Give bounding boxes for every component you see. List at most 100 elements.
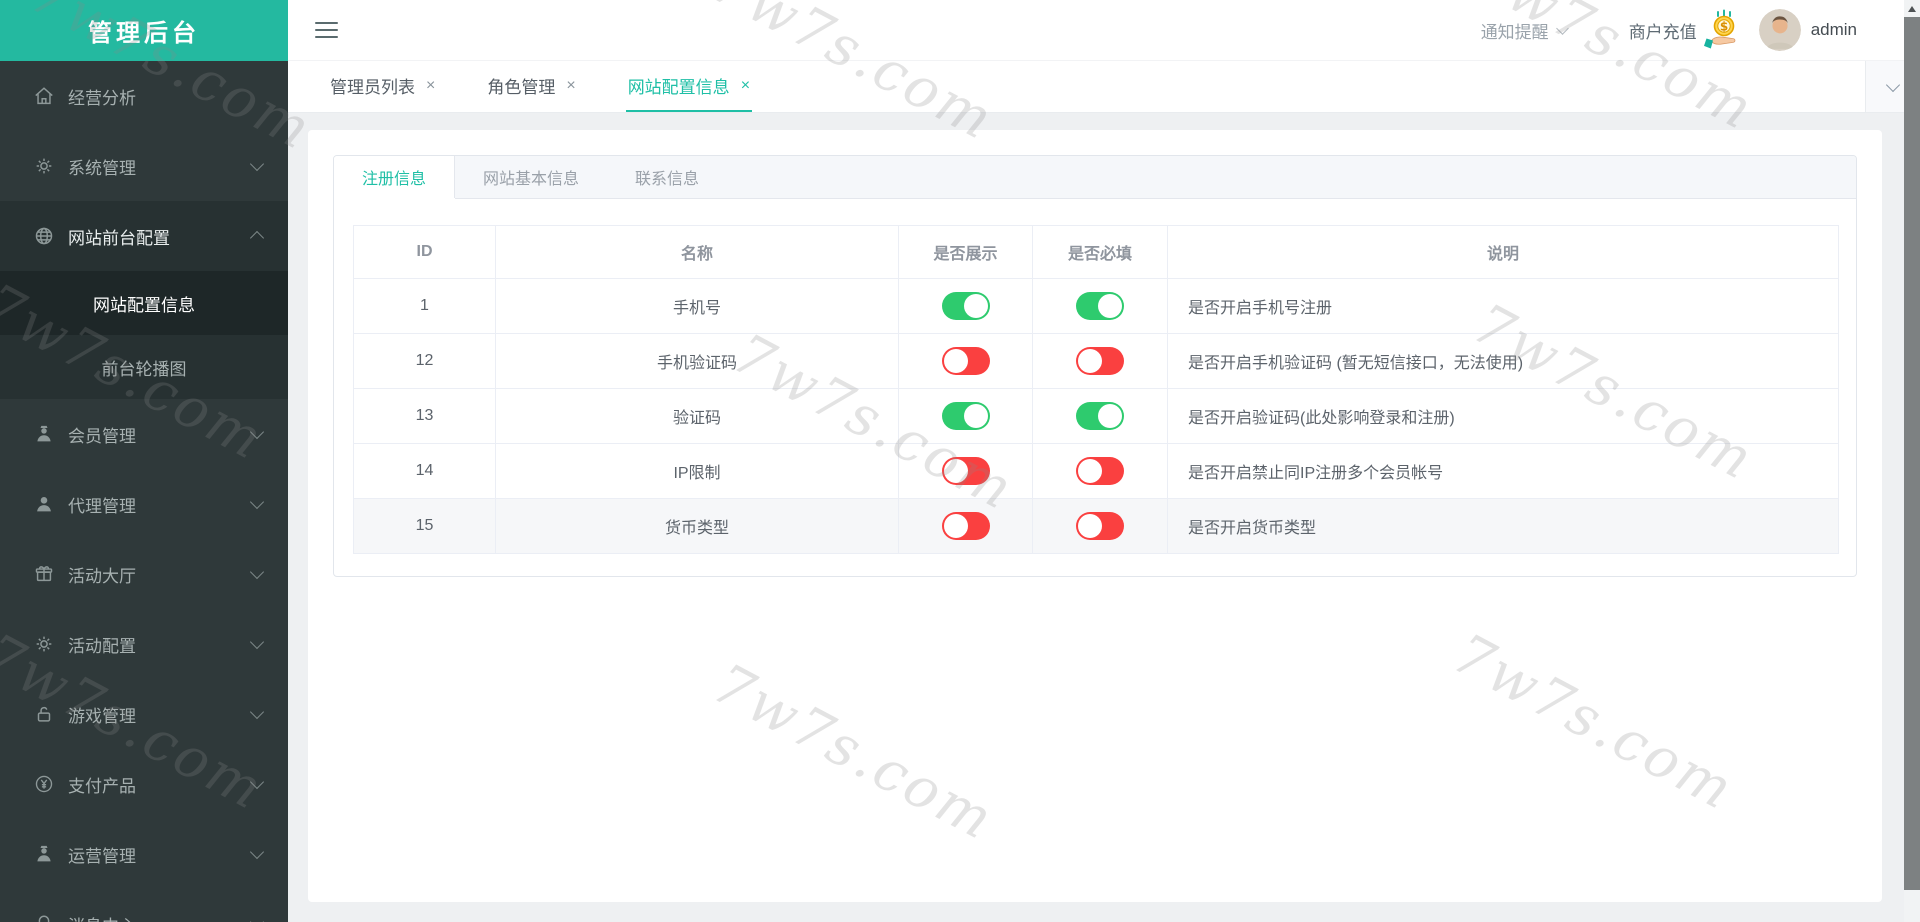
close-icon[interactable] xyxy=(426,78,435,94)
merchant-recharge-label: 商户充值 xyxy=(1628,22,1697,42)
cell-show-toggle xyxy=(898,498,1033,554)
gear-icon xyxy=(33,155,55,177)
sidebar-item-activity-config[interactable]: 活动配置 xyxy=(0,609,288,679)
tab-label: 网站基本信息 xyxy=(483,171,580,188)
coin-hand-icon: $ xyxy=(1703,9,1744,51)
chevron-down-icon xyxy=(249,494,265,510)
chevron-down-icon xyxy=(249,156,265,172)
sidebar-subitem-label: 网站配置信息 xyxy=(93,295,195,315)
chevron-down-icon xyxy=(1555,21,1569,35)
cell-required-toggle xyxy=(1032,443,1168,499)
cell-id: 15 xyxy=(353,498,496,554)
sidebar-subitem-site-config-info[interactable]: 网站配置信息 xyxy=(0,271,288,335)
required-toggle[interactable] xyxy=(1076,402,1124,430)
username-label[interactable]: admin xyxy=(1811,20,1857,40)
tab-role-management[interactable]: 角色管理 xyxy=(485,61,577,112)
tab-register-info[interactable]: 注册信息 xyxy=(334,156,456,198)
cell-name: 手机验证码 xyxy=(495,333,899,389)
close-icon[interactable] xyxy=(566,78,575,94)
cell-show-toggle xyxy=(898,278,1033,334)
cell-description: 是否开启验证码(此处影响登录和注册) xyxy=(1167,388,1839,444)
sidebar-item-label: 支付产品 xyxy=(68,776,136,796)
sidebar-item-system-management[interactable]: 系统管理 xyxy=(0,131,288,201)
sidebar-item-label: 活动配置 xyxy=(68,636,136,656)
required-toggle[interactable] xyxy=(1076,347,1124,375)
table-header-row: ID 名称 是否展示 是否必填 说明 xyxy=(353,225,1839,279)
required-toggle[interactable] xyxy=(1076,512,1124,540)
cell-id: 12 xyxy=(353,333,496,389)
show-toggle[interactable] xyxy=(941,457,990,485)
table-row: 1 手机号 是否开启手机号注册 xyxy=(353,278,1839,334)
sidebar-item-agent-management[interactable]: 代理管理 xyxy=(0,469,288,539)
gear-icon xyxy=(33,633,55,655)
scrollbar-thumb[interactable] xyxy=(1904,17,1920,890)
show-toggle[interactable] xyxy=(941,512,990,540)
column-header-show: 是否展示 xyxy=(898,225,1033,279)
sidebar-item-operations-management[interactable]: 运营管理 xyxy=(0,819,288,889)
close-icon[interactable] xyxy=(741,78,750,94)
cell-show-toggle xyxy=(898,388,1033,444)
tab-admin-list[interactable]: 管理员列表 xyxy=(328,61,437,112)
sidebar-item-message-center[interactable]: 消息中心 xyxy=(0,889,288,922)
sidebar-item-game-management[interactable]: 游戏管理 xyxy=(0,679,288,749)
sidebar-item-site-frontend-config[interactable]: 网站前台配置 xyxy=(0,201,288,271)
table-row: 13 验证码 是否开启验证码(此处影响登录和注册) xyxy=(353,388,1839,444)
column-header-description: 说明 xyxy=(1167,225,1839,279)
cell-id: 14 xyxy=(353,443,496,499)
sidebar-item-label: 网站前台配置 xyxy=(68,228,170,248)
header-right-group: 通知提醒 商户充值 $ admin xyxy=(1481,9,1857,51)
chevron-down-icon xyxy=(249,774,265,790)
hamburger-menu-icon[interactable] xyxy=(315,22,338,38)
sidebar-item-payment-products[interactable]: 支付产品 xyxy=(0,749,288,819)
sidebar-item-activity-hall[interactable]: 活动大厅 xyxy=(0,539,288,609)
sidebar-item-label: 会员管理 xyxy=(68,426,136,446)
notifications-dropdown[interactable]: 通知提醒 xyxy=(1481,18,1569,43)
yen-circle-icon xyxy=(33,773,55,795)
sidebar-item-label: 系统管理 xyxy=(68,158,136,178)
user-icon xyxy=(33,493,55,515)
tab-site-basic-info[interactable]: 网站基本信息 xyxy=(455,156,607,198)
cell-name: IP限制 xyxy=(495,443,899,499)
scroll-up-button[interactable] xyxy=(1904,0,1920,17)
sidebar-item-label: 代理管理 xyxy=(68,496,136,516)
sidebar-submenu: 网站配置信息 前台轮播图 xyxy=(0,271,288,399)
tab-site-config-info[interactable]: 网站配置信息 xyxy=(625,61,753,112)
main-content-card: 注册信息 网站基本信息 联系信息 ID 名称 是否展示 是否必填 说明 1 手机… xyxy=(308,130,1882,902)
sidebar-item-label: 经营分析 xyxy=(68,88,136,108)
top-header-bar: 通知提醒 商户充值 $ admin xyxy=(288,0,1920,61)
member-icon xyxy=(33,423,55,445)
arrow-up-icon xyxy=(1908,5,1916,12)
config-table: ID 名称 是否展示 是否必填 说明 1 手机号 是否开启手机号注册 12 手机… xyxy=(353,225,1839,554)
bell-icon xyxy=(33,913,55,922)
chevron-down-icon xyxy=(249,634,265,650)
tab-label: 注册信息 xyxy=(362,171,427,188)
required-toggle[interactable] xyxy=(1076,292,1124,320)
table-row: 14 IP限制 是否开启禁止同IP注册多个会员帐号 xyxy=(353,443,1839,499)
cell-show-toggle xyxy=(898,333,1033,389)
vertical-scrollbar[interactable] xyxy=(1904,0,1920,922)
sidebar-item-label: 活动大厅 xyxy=(68,566,136,586)
merchant-recharge-button[interactable]: 商户充值 $ xyxy=(1629,9,1744,51)
operator-icon xyxy=(33,843,55,865)
sidebar-item-business-analysis[interactable]: 经营分析 xyxy=(0,61,288,131)
show-toggle[interactable] xyxy=(941,402,990,430)
home-icon xyxy=(33,85,55,107)
table-row: 15 货币类型 是否开启货币类型 xyxy=(353,498,1839,554)
cell-id: 13 xyxy=(353,388,496,444)
chevron-down-icon xyxy=(249,564,265,580)
gift-icon xyxy=(33,563,55,585)
chevron-down-icon xyxy=(249,844,265,860)
required-toggle[interactable] xyxy=(1076,457,1124,485)
cell-required-toggle xyxy=(1032,278,1168,334)
show-toggle[interactable] xyxy=(941,292,990,320)
tab-contact-info[interactable]: 联系信息 xyxy=(607,156,727,198)
sidebar-subitem-label: 前台轮播图 xyxy=(101,359,187,379)
sidebar-item-label: 运营管理 xyxy=(68,846,136,866)
tab-label: 管理员列表 xyxy=(330,78,415,97)
cell-description: 是否开启手机号注册 xyxy=(1167,278,1839,334)
user-avatar[interactable] xyxy=(1758,9,1801,51)
sidebar-item-member-management[interactable]: 会员管理 xyxy=(0,399,288,469)
sidebar-subitem-frontend-carousel[interactable]: 前台轮播图 xyxy=(0,335,288,399)
cell-required-toggle xyxy=(1032,498,1168,554)
show-toggle[interactable] xyxy=(941,347,990,375)
